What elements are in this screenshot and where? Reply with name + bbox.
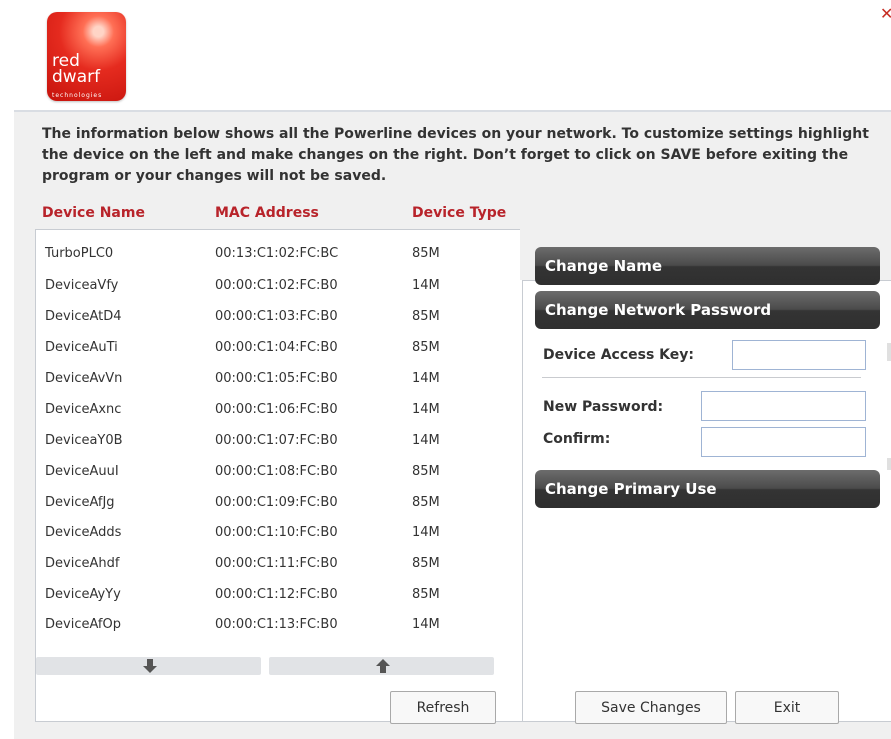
- device-row[interactable]: DeviceAfJg 00:00:C1:09:FC:B0 85M: [36, 488, 519, 518]
- device-mac-address-cell: 00:00:C1:13:FC:B0: [215, 617, 338, 632]
- save-changes-button[interactable]: Save Changes: [575, 691, 727, 724]
- device-type-cell: 14M: [412, 525, 440, 540]
- confirm-password-label: Confirm:: [543, 431, 611, 447]
- close-icon[interactable]: ✕: [880, 6, 891, 22]
- device-name-cell: DeviceaVfy: [45, 278, 119, 293]
- device-mac-address-cell: 00:00:C1:05:FC:B0: [215, 371, 338, 386]
- refresh-button[interactable]: Refresh: [390, 691, 496, 724]
- device-mac-address-cell: 00:00:C1:09:FC:B0: [215, 495, 338, 510]
- device-row[interactable]: DeviceAhdf 00:00:C1:11:FC:B0 85M: [36, 549, 519, 579]
- device-row[interactable]: TurboPLC0 00:13:C1:02:FC:BC 85M: [36, 239, 519, 269]
- device-name-cell: DeviceAuuI: [45, 464, 119, 479]
- exit-button[interactable]: Exit: [735, 691, 839, 724]
- column-header-device-type[interactable]: Device Type: [412, 205, 506, 221]
- device-name-cell: DeviceaY0B: [45, 433, 123, 448]
- device-mac-address-cell: 00:00:C1:08:FC:B0: [215, 464, 338, 479]
- device-type-cell: 14M: [412, 371, 440, 386]
- change-network-password-button[interactable]: Change Network Password: [535, 291, 880, 329]
- device-mac-address-cell: 00:00:C1:10:FC:B0: [215, 525, 338, 540]
- device-access-key-field[interactable]: [732, 340, 866, 370]
- device-row[interactable]: DeviceAuTi 00:00:C1:04:FC:B0 85M: [36, 333, 519, 363]
- intro-text: The information below shows all the Powe…: [42, 126, 869, 184]
- device-access-key-label: Device Access Key:: [543, 347, 694, 363]
- device-mac-address-cell: 00:00:C1:06:FC:B0: [215, 402, 338, 417]
- device-name-cell: TurboPLC0: [45, 246, 114, 261]
- scrollbar-mark: [887, 458, 891, 470]
- device-type-cell: 14M: [412, 402, 440, 417]
- device-row[interactable]: DeviceAyYy 00:00:C1:12:FC:B0 85M: [36, 580, 519, 610]
- arrow-down-icon: [143, 659, 157, 673]
- device-mac-address-cell: 00:00:C1:03:FC:B0: [215, 309, 338, 324]
- device-mac-address-cell: 00:00:C1:12:FC:B0: [215, 587, 338, 602]
- scroll-up-button[interactable]: [269, 657, 494, 675]
- device-row[interactable]: DeviceAvVn 00:00:C1:05:FC:B0 14M: [36, 364, 519, 394]
- device-name-cell: DeviceAvVn: [45, 371, 123, 386]
- device-row[interactable]: DeviceaY0B 00:00:C1:07:FC:B0 14M: [36, 426, 519, 456]
- column-header-mac-address[interactable]: MAC Address: [215, 205, 319, 221]
- device-mac-address-cell: 00:00:C1:04:FC:B0: [215, 340, 338, 355]
- device-type-cell: 85M: [412, 587, 440, 602]
- device-row[interactable]: DeviceAfOp 00:00:C1:13:FC:B0 14M: [36, 610, 519, 640]
- device-mac-address-cell: 00:00:C1:07:FC:B0: [215, 433, 338, 448]
- device-type-cell: 85M: [412, 340, 440, 355]
- device-row[interactable]: DeviceAdds 00:00:C1:10:FC:B0 14M: [36, 518, 519, 548]
- device-name-cell: DeviceAuTi: [45, 340, 118, 355]
- confirm-password-field[interactable]: [701, 427, 866, 457]
- device-type-cell: 14M: [412, 278, 440, 293]
- device-type-cell: 85M: [412, 246, 440, 261]
- device-name-cell: DeviceAfOp: [45, 617, 121, 632]
- device-row[interactable]: DeviceAtD4 00:00:C1:03:FC:B0 85M: [36, 302, 519, 332]
- device-name-cell: DeviceAxnc: [45, 402, 122, 417]
- new-password-field[interactable]: [701, 391, 866, 421]
- column-header-device-name[interactable]: Device Name: [42, 205, 145, 221]
- change-name-button[interactable]: Change Name: [535, 247, 880, 285]
- logo-text-technologies: technologies: [52, 92, 103, 99]
- device-name-cell: DeviceAhdf: [45, 556, 120, 571]
- device-row[interactable]: DeviceaVfy 00:00:C1:02:FC:B0 14M: [36, 271, 519, 301]
- device-name-cell: DeviceAtD4: [45, 309, 122, 324]
- device-mac-address-cell: 00:00:C1:11:FC:B0: [215, 556, 338, 571]
- device-row[interactable]: DeviceAxnc 00:00:C1:06:FC:B0 14M: [36, 395, 519, 425]
- header: [0, 0, 891, 112]
- device-mac-address-cell: 00:13:C1:02:FC:BC: [215, 246, 339, 261]
- change-primary-use-button[interactable]: Change Primary Use: [535, 470, 880, 508]
- logo-text-dwarf: dwarf: [52, 67, 101, 87]
- new-password-label: New Password:: [543, 399, 664, 415]
- arrow-up-icon: [376, 659, 390, 673]
- logo: red dwarf technologies: [47, 12, 126, 101]
- device-name-cell: DeviceAyYy: [45, 587, 121, 602]
- device-type-cell: 14M: [412, 617, 440, 632]
- device-mac-address-cell: 00:00:C1:02:FC:B0: [215, 278, 338, 293]
- device-type-cell: 14M: [412, 433, 440, 448]
- device-name-cell: DeviceAdds: [45, 525, 122, 540]
- device-type-cell: 85M: [412, 309, 440, 324]
- device-type-cell: 85M: [412, 464, 440, 479]
- list-selection-connector: [520, 229, 524, 280]
- section-divider: [542, 377, 861, 378]
- device-type-cell: 85M: [412, 495, 440, 510]
- scroll-down-button[interactable]: [36, 657, 261, 675]
- scrollbar-mark: [887, 343, 891, 361]
- device-row[interactable]: DeviceAuuI 00:00:C1:08:FC:B0 85M: [36, 457, 519, 487]
- device-type-cell: 85M: [412, 556, 440, 571]
- device-name-cell: DeviceAfJg: [45, 495, 115, 510]
